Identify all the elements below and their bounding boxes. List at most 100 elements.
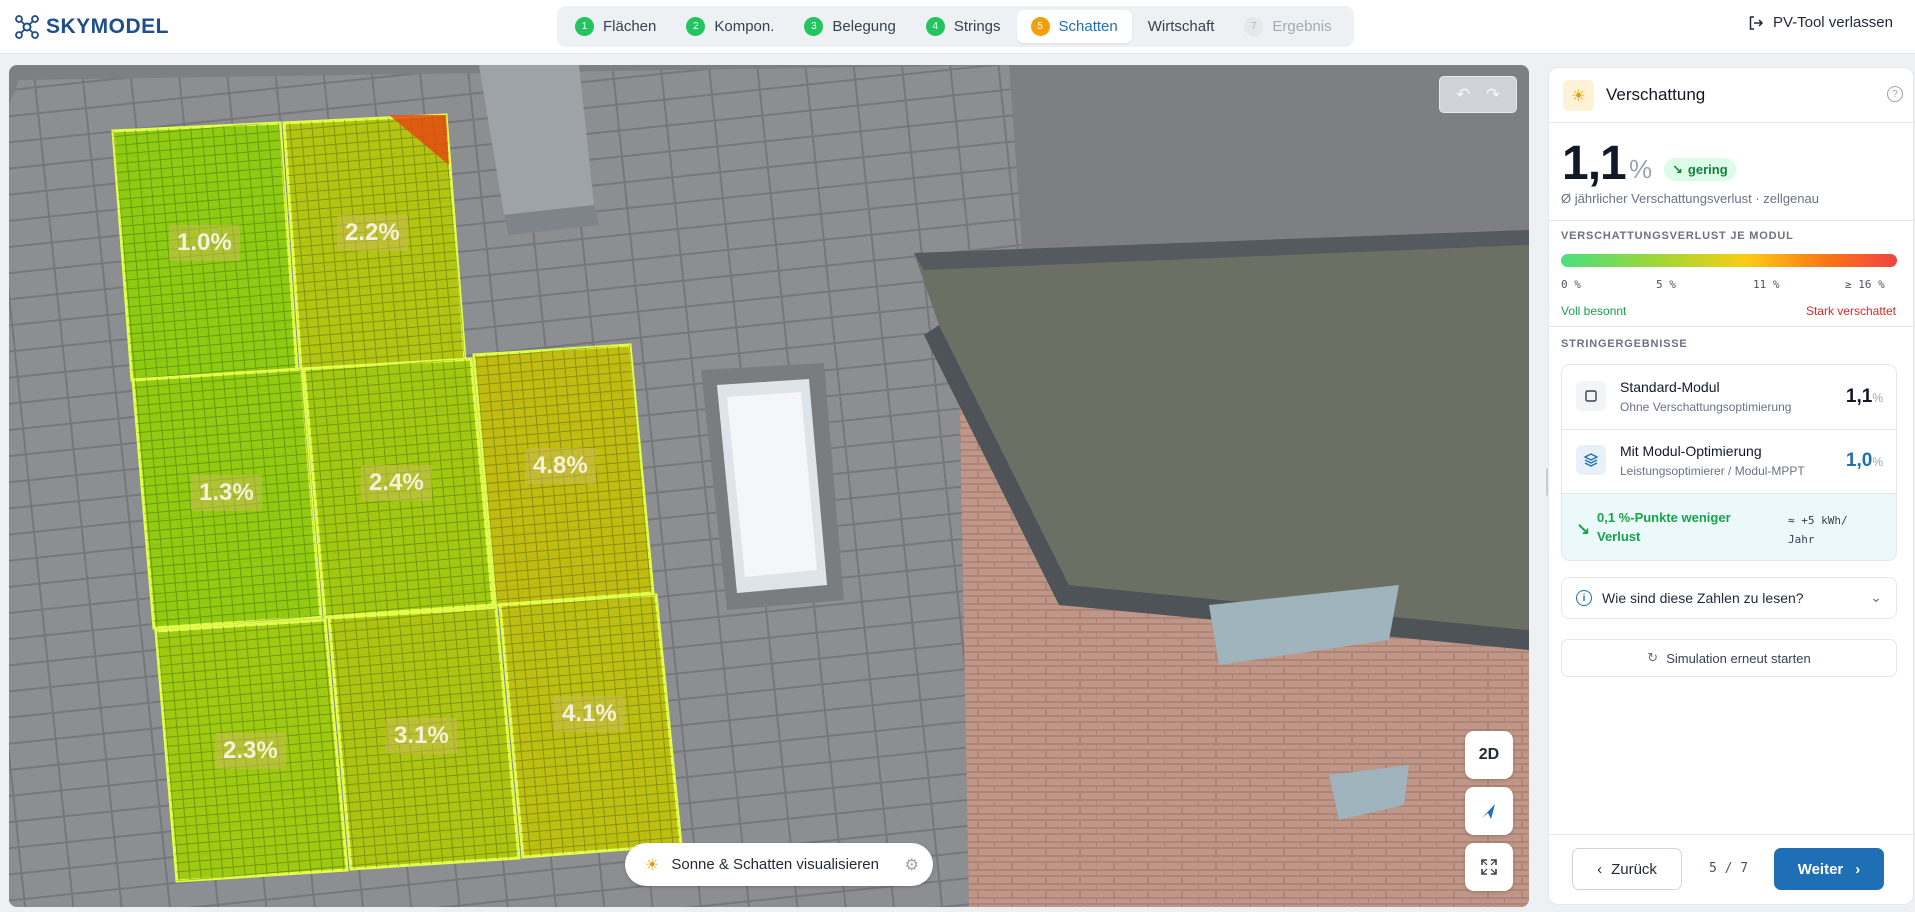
compass-button[interactable] xyxy=(1465,787,1513,835)
step-label: Flächen xyxy=(603,18,657,35)
top-bar: SKYMODEL 1 Flächen 2 Kompon. 3 Belegung … xyxy=(0,0,1915,813)
sun-icon: ☀ xyxy=(1563,80,1594,111)
step-counter: 5 / 7 xyxy=(1709,861,1749,876)
back-button[interactable]: ‹ Zurück xyxy=(1572,848,1682,890)
sun-shadow-label: Sonne & Schatten visualisieren xyxy=(671,856,879,873)
loss-color-scale xyxy=(1561,254,1897,267)
panel-title: Verschattung xyxy=(1606,85,1706,104)
view-2d-button[interactable]: 2D xyxy=(1465,731,1513,779)
faq-accordion[interactable]: i Wie sind diese Zahlen zu lesen? ⌄ xyxy=(1561,577,1897,619)
sun-shadow-toggle[interactable]: ☀ Sonne & Schatten visualisieren ⚙ xyxy=(625,843,933,886)
optimization-gain: ↘ 0,1 %-Punkte weniger Verlust ≈ +5 kWh/… xyxy=(1562,493,1896,560)
step-number: 4 xyxy=(925,17,945,36)
step-label: Wirtschaft xyxy=(1147,18,1215,35)
module-loss-label: 2.3% xyxy=(215,733,286,769)
step-label: Kompon. xyxy=(714,18,775,35)
roof-3d-viewer[interactable]: 1.0% 2.2% 1.3% 2.4% 4.8% 2.3% 3.1% 4.1% … xyxy=(9,65,1529,907)
status-badge-label: gering xyxy=(1687,162,1728,177)
string-value: 1,1% xyxy=(1845,386,1883,407)
logo-text: SKYMODEL xyxy=(46,15,170,38)
scale-tick: ≥ 16 % xyxy=(1845,278,1885,291)
total-shading-value: 1,1 xyxy=(1562,137,1627,190)
refresh-icon: ↻ xyxy=(1647,650,1659,665)
step-strings[interactable]: 4 Strings xyxy=(912,10,1015,43)
fullscreen-icon xyxy=(1481,859,1497,875)
scale-tick: 11 % xyxy=(1753,278,1780,291)
step-number: 7 xyxy=(1244,17,1264,36)
fullscreen-button[interactable] xyxy=(1465,843,1513,891)
gear-icon[interactable]: ⚙ xyxy=(905,855,919,875)
divider xyxy=(1549,220,1913,221)
step-number: 3 xyxy=(804,17,824,36)
logout-icon xyxy=(1749,15,1763,30)
status-badge: ↘ gering xyxy=(1664,158,1736,181)
logo[interactable]: SKYMODEL xyxy=(14,12,169,42)
module-loss-label: 2.4% xyxy=(361,465,432,501)
string-value: 1,0% xyxy=(1845,450,1883,471)
per-module-title: VERSCHATTUNGSVERLUST JE MODUL xyxy=(1561,230,1794,242)
scale-tick: 5 % xyxy=(1656,278,1676,291)
undo-icon[interactable]: ↶ xyxy=(1456,85,1470,105)
string-name: Mit Modul-Optimierung xyxy=(1620,443,1762,459)
module-loss-label: 4.1% xyxy=(554,696,625,732)
string-results-card: Standard-Modul Ohne Verschattungsoptimie… xyxy=(1561,364,1897,561)
step-navigation: 1 Flächen 2 Kompon. 3 Belegung 4 Strings… xyxy=(557,6,1354,813)
string-results-title: STRINGERGEBNISSE xyxy=(1561,338,1688,350)
rerun-simulation-label: Simulation erneut starten xyxy=(1666,650,1811,666)
module-loss-label: 1.3% xyxy=(191,475,262,511)
next-button[interactable]: Weiter › xyxy=(1774,848,1884,890)
gain-text: 0,1 %-Punkte weniger Verlust xyxy=(1597,510,1731,544)
scale-left-label: Voll besonnt xyxy=(1561,304,1627,318)
string-row-standard[interactable]: Standard-Modul Ohne Verschattungsoptimie… xyxy=(1562,365,1896,429)
navigation-arrow-icon xyxy=(1482,804,1495,819)
trend-down-icon: ↘ xyxy=(1576,520,1591,539)
redo-icon[interactable]: ↷ xyxy=(1486,85,1500,105)
faq-label: Wie sind diese Zahlen zu lesen? xyxy=(1602,590,1804,606)
next-label: Weiter xyxy=(1797,860,1844,878)
divider xyxy=(1549,326,1913,327)
layers-icon xyxy=(1576,445,1606,475)
shading-panel: ☀ Verschattung ? 1,1 % ↘ gering Ø jährli… xyxy=(1548,67,1914,905)
drone-logo-icon xyxy=(15,15,39,39)
step-label: Schatten xyxy=(1058,18,1118,35)
step-label: Ergebnis xyxy=(1272,18,1332,35)
step-number: 5 xyxy=(1030,17,1050,36)
module-loss-label: 1.0% xyxy=(169,225,240,261)
sun-icon: ☀ xyxy=(645,856,660,874)
square-icon xyxy=(1576,381,1606,411)
chevron-right-icon: › xyxy=(1855,860,1861,878)
step-label: Strings xyxy=(953,18,1001,35)
step-schatten[interactable]: 5 Schatten xyxy=(1016,10,1132,43)
step-wirtschaft[interactable]: 6 Wirtschaft xyxy=(834,10,1229,813)
step-belegung[interactable]: 3 Belegung xyxy=(790,10,909,43)
string-desc: Ohne Verschattungsoptimierung xyxy=(1620,400,1792,414)
chevron-down-icon: ⌄ xyxy=(1870,589,1882,605)
info-icon: i xyxy=(1576,590,1592,606)
back-label: Zurück xyxy=(1611,860,1657,878)
chevron-left-icon: ‹ xyxy=(1597,860,1603,878)
string-name: Standard-Modul xyxy=(1620,379,1720,395)
module-loss-label: 3.1% xyxy=(386,718,457,754)
step-number: 2 xyxy=(686,17,706,36)
scale-right-label: Stark verschattet xyxy=(1805,304,1896,318)
rerun-simulation-button[interactable]: ↻ Simulation erneut starten xyxy=(1561,639,1897,677)
view-2d-label: 2D xyxy=(1478,746,1500,763)
step-label: Belegung xyxy=(832,18,896,35)
gain-kwh: ≈ +5 kWh/ Jahr xyxy=(1788,514,1848,546)
exit-tool-label: PV-Tool verlassen xyxy=(1772,14,1893,31)
module-loss-label: 2.2% xyxy=(337,215,408,251)
panel-header: ☀ Verschattung ? xyxy=(1549,68,1913,123)
undo-redo-group: ↶ ↷ xyxy=(1439,76,1517,113)
step-number: 1 xyxy=(575,17,594,36)
shading-subcaption: Ø jährlicher Verschattungsverlust · zell… xyxy=(1561,191,1819,206)
exit-tool-button[interactable]: PV-Tool verlassen xyxy=(1748,14,1893,31)
trend-down-icon: ↘ xyxy=(1672,161,1683,177)
string-row-optimized[interactable]: Mit Modul-Optimierung Leistungsoptimiere… xyxy=(1562,429,1896,493)
string-desc: Leistungsoptimierer / Modul-MPPT xyxy=(1620,464,1805,478)
help-icon[interactable]: ? xyxy=(1887,86,1903,102)
module-loss-label: 4.8% xyxy=(525,448,596,484)
step-komponenten[interactable]: 2 Kompon. xyxy=(672,10,788,43)
step-flaechen[interactable]: 1 Flächen xyxy=(561,10,670,43)
step-ergebnis: 7 Ergebnis xyxy=(1230,10,1345,43)
total-shading-unit: % xyxy=(1629,154,1653,184)
